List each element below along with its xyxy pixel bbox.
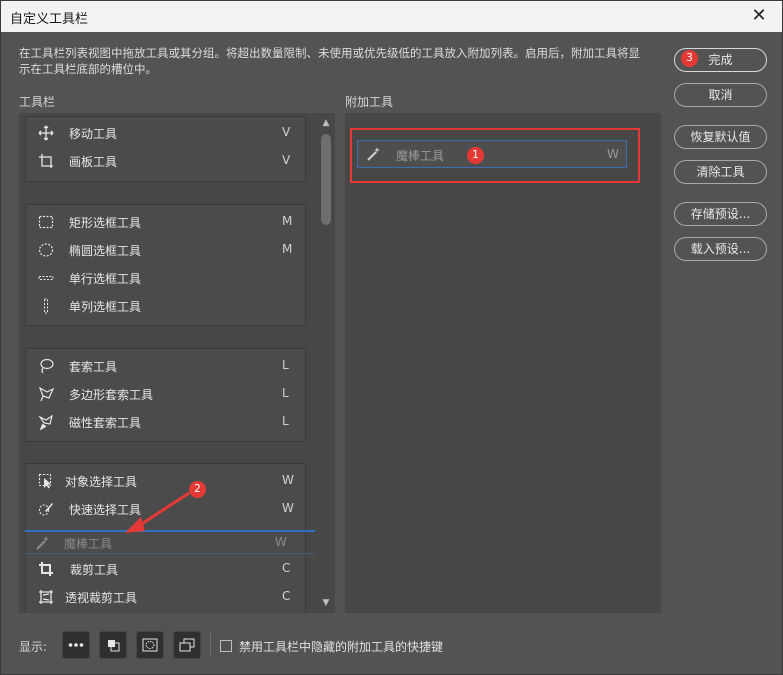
show-quick-mask-button[interactable] [136,631,164,659]
extra-tool-item-magic-wand[interactable]: 魔棒工具 W [357,140,627,168]
dragging-tool-shortcut: W [275,535,287,549]
tool-shortcut: C [282,589,291,603]
tool-name: 套索工具 [69,360,118,374]
tool-item-lasso[interactable]: 套索工具 L [26,352,305,380]
dragging-tool-name: 魔棒工具 [64,537,113,551]
clear-tools-button[interactable]: 清除工具 [674,160,767,184]
done-button-label: 完成 [708,53,733,67]
tool-group-3[interactable]: 套索工具 L 多边形套索工具 L 磁性套索工具 L [25,348,306,442]
tool-item-move[interactable]: 移动工具 V [26,119,305,147]
color-swatch-icon [108,640,120,652]
tool-name: 矩形选框工具 [69,216,142,230]
tool-shortcut: L [282,414,289,428]
customize-toolbar-dialog: 自定义工具栏 ✕ 在工具栏列表视图中拖放工具或其分组。将超出数量限制、未使用或优… [0,0,783,675]
tool-item-perspective-crop[interactable]: 透视裁剪工具 C [26,583,305,611]
tool-name: 裁剪工具 [70,563,119,577]
tool-shortcut: V [282,125,291,139]
annotation-badge-1: 1 [467,147,484,164]
tool-name: 多边形套索工具 [69,388,154,402]
object-select-icon [38,473,52,489]
screen-mode-icon [179,638,195,652]
toolbar-list-scrollbar[interactable]: ▲ ▼ [319,116,335,613]
annotation-badge-2: 2 [189,481,206,498]
divider [210,632,211,658]
quick-select-icon [38,503,53,516]
tool-item-magnetic-lasso[interactable]: 磁性套索工具 L [26,408,305,436]
tool-item-rect-marquee[interactable]: 矩形选框工具 M [26,208,305,236]
tool-shortcut: C [282,561,291,575]
toolbar-list-label: 工具栏 [19,95,56,109]
tool-name: 磁性套索工具 [69,416,142,430]
single-column-marquee-icon [44,298,48,314]
display-options-bar: 显示: 禁用工具栏中隐藏的附加工具的快捷键 [1,628,782,664]
more-dots-icon [68,643,84,647]
title-bar: 自定义工具栏 ✕ [1,1,782,32]
tool-shortcut: V [282,153,291,167]
magic-wand-icon [367,147,380,161]
cancel-button[interactable]: 取消 [674,83,767,107]
magnetic-lasso-icon [38,414,53,430]
artboard-icon [39,154,53,168]
ellipse-marquee-icon [38,243,54,257]
restore-defaults-button[interactable]: 恢复默认值 [674,125,767,149]
crop-icon [39,562,53,576]
tool-name: 椭圆选框工具 [69,244,142,258]
tool-shortcut: M [282,214,293,228]
rect-marquee-icon [38,215,54,229]
tool-shortcut: L [282,358,289,372]
tool-group-2[interactable]: 矩形选框工具 M 椭圆选框工具 M 单行选框工具 单列选框工具 [25,204,306,326]
tool-shortcut: M [282,242,293,256]
scrollbar-thumb[interactable] [321,134,331,225]
tool-item-crop[interactable]: 裁剪工具 C [26,555,305,583]
tool-item-artboard[interactable]: 画板工具 V [26,147,305,175]
close-icon[interactable]: ✕ [736,1,782,32]
tool-item-single-column-marquee[interactable]: 单列选框工具 [26,292,305,320]
tool-shortcut: W [282,501,294,515]
move-icon [38,125,54,141]
scroll-up-icon[interactable]: ▲ [319,118,333,128]
tool-item-polygon-lasso[interactable]: 多边形套索工具 L [26,380,305,408]
instructions-text: 在工具栏列表视图中拖放工具或其分组。将超出数量限制、未使用或优先级低的工具放入附… [19,46,640,76]
tool-shortcut: L [282,386,289,400]
show-label: 显示: [19,640,48,654]
disable-shortcuts-label: 禁用工具栏中隐藏的附加工具的快捷键 [239,640,444,654]
show-more-button[interactable] [62,631,90,659]
single-row-marquee-icon [38,276,54,280]
tool-shortcut: W [282,473,294,487]
tool-group-1[interactable]: 移动工具 V 画板工具 V [25,116,306,182]
save-preset-button[interactable]: 存储预设... [674,202,767,226]
quick-mask-icon [142,638,158,652]
polygon-lasso-icon [38,386,54,402]
show-screen-mode-button[interactable] [173,631,201,659]
tool-name: 透视裁剪工具 [65,591,138,605]
tool-name: 移动工具 [69,127,118,141]
tool-item-ellipse-marquee[interactable]: 椭圆选框工具 M [26,236,305,264]
tool-item-single-row-marquee[interactable]: 单行选框工具 [26,264,305,292]
tool-name: 单列选框工具 [69,300,142,314]
extra-tools-panel [345,113,661,613]
dialog-title: 自定义工具栏 [10,12,89,27]
scroll-down-icon[interactable]: ▼ [319,598,333,608]
extra-tool-shortcut: W [607,147,619,161]
annotation-badge-3: 3 [681,50,698,67]
show-foreground-background-button[interactable] [99,631,127,659]
disable-shortcuts-checkbox[interactable] [220,640,232,652]
tool-name: 单行选框工具 [69,272,142,286]
lasso-icon [40,358,54,374]
extra-tool-name: 魔棒工具 [396,149,445,163]
load-preset-button[interactable]: 载入预设... [674,237,767,261]
perspective-crop-icon [39,590,53,604]
magic-wand-icon [36,536,49,550]
extra-tools-label: 附加工具 [345,95,394,109]
tool-name: 画板工具 [69,155,118,169]
